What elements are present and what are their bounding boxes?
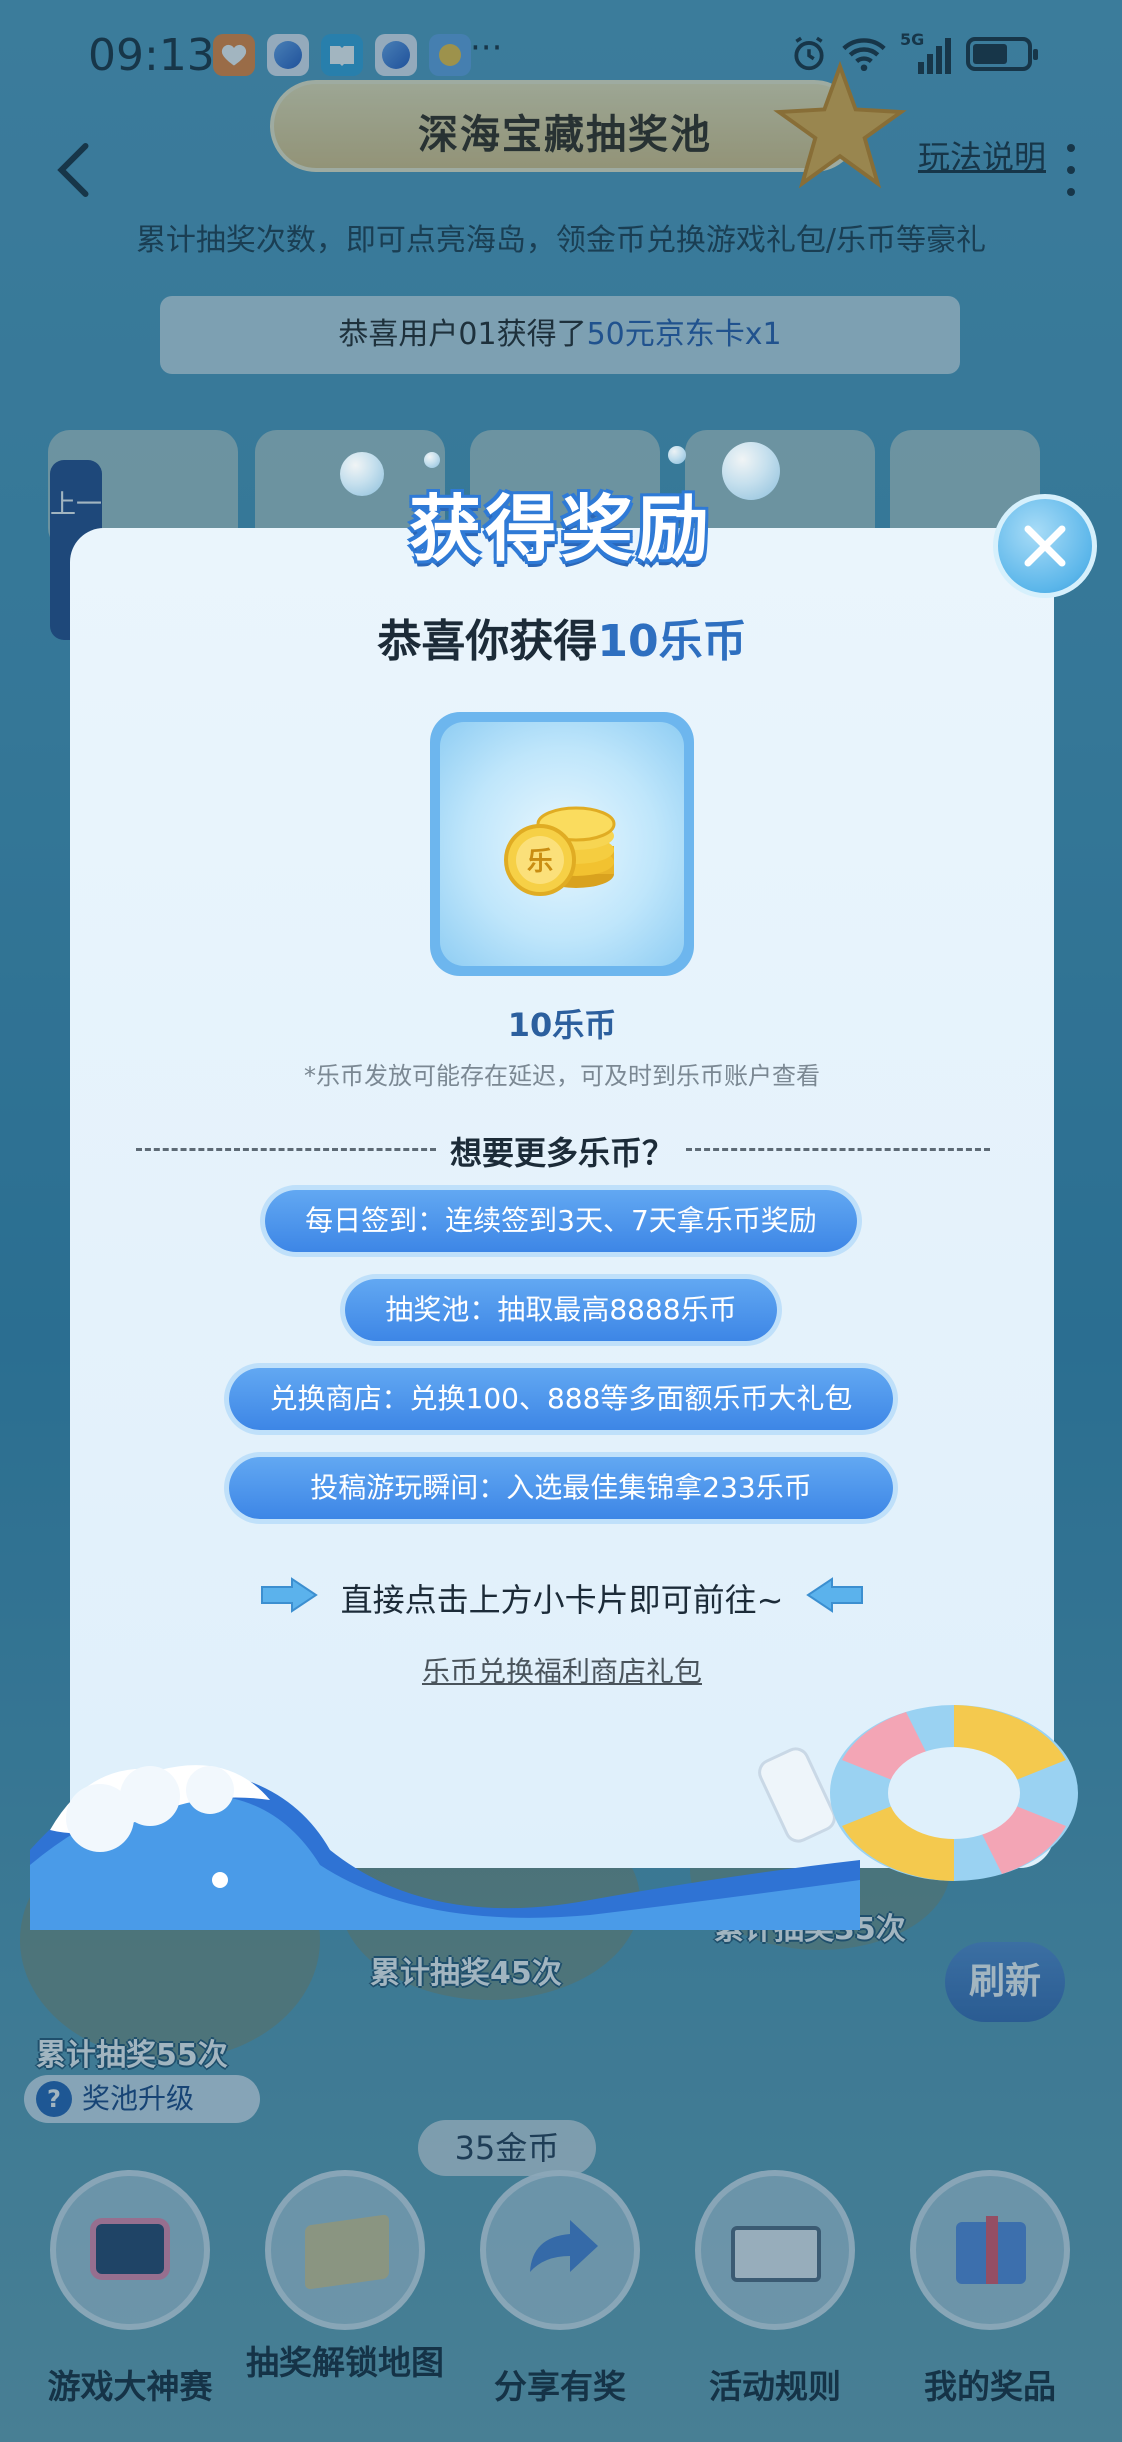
divider-right xyxy=(686,1148,990,1151)
prize-note: *乐币发放可能存在延迟，可及时到乐币账户查看 xyxy=(304,1062,820,1090)
tip-exchange-shop[interactable]: 兑换商店：兑换100、888等多面额乐币大礼包 xyxy=(229,1368,893,1430)
congrats-prefix: 恭喜你获得 xyxy=(377,616,598,667)
go-hint: 直接点击上方小卡片即可前往~ xyxy=(340,1581,784,1619)
modal-title: 获得奖励 xyxy=(408,487,713,571)
prize-card: 乐 xyxy=(430,712,694,976)
coin-glyph: 乐 xyxy=(527,847,553,877)
congrats-text: 恭喜你获得10乐币 xyxy=(70,605,1054,669)
coin-stack-icon: 乐 xyxy=(504,806,616,896)
prize-name: 10乐币 xyxy=(507,1006,617,1044)
congrats-prize: 10乐币 xyxy=(597,616,747,667)
tip-submit-moments[interactable]: 投稿游玩瞬间：入选最佳集锦拿233乐币 xyxy=(229,1457,893,1519)
arrow-left-icon xyxy=(806,1577,863,1613)
more-coins-title: 想要更多乐币？ xyxy=(449,1134,674,1172)
close-button[interactable] xyxy=(993,494,1097,598)
close-icon xyxy=(1024,525,1066,567)
swim-ring-decoration xyxy=(830,1705,1078,1881)
tip-lottery-pool[interactable]: 抽奖池：抽取最高8888乐币 xyxy=(345,1279,777,1341)
shop-link[interactable]: 乐币兑换福利商店礼包 xyxy=(70,1650,1054,1690)
tip-daily-checkin[interactable]: 每日签到：连续签到3天、7天拿乐币奖励 xyxy=(265,1190,857,1252)
modal-title-wrap: 获得奖励 xyxy=(370,460,752,571)
